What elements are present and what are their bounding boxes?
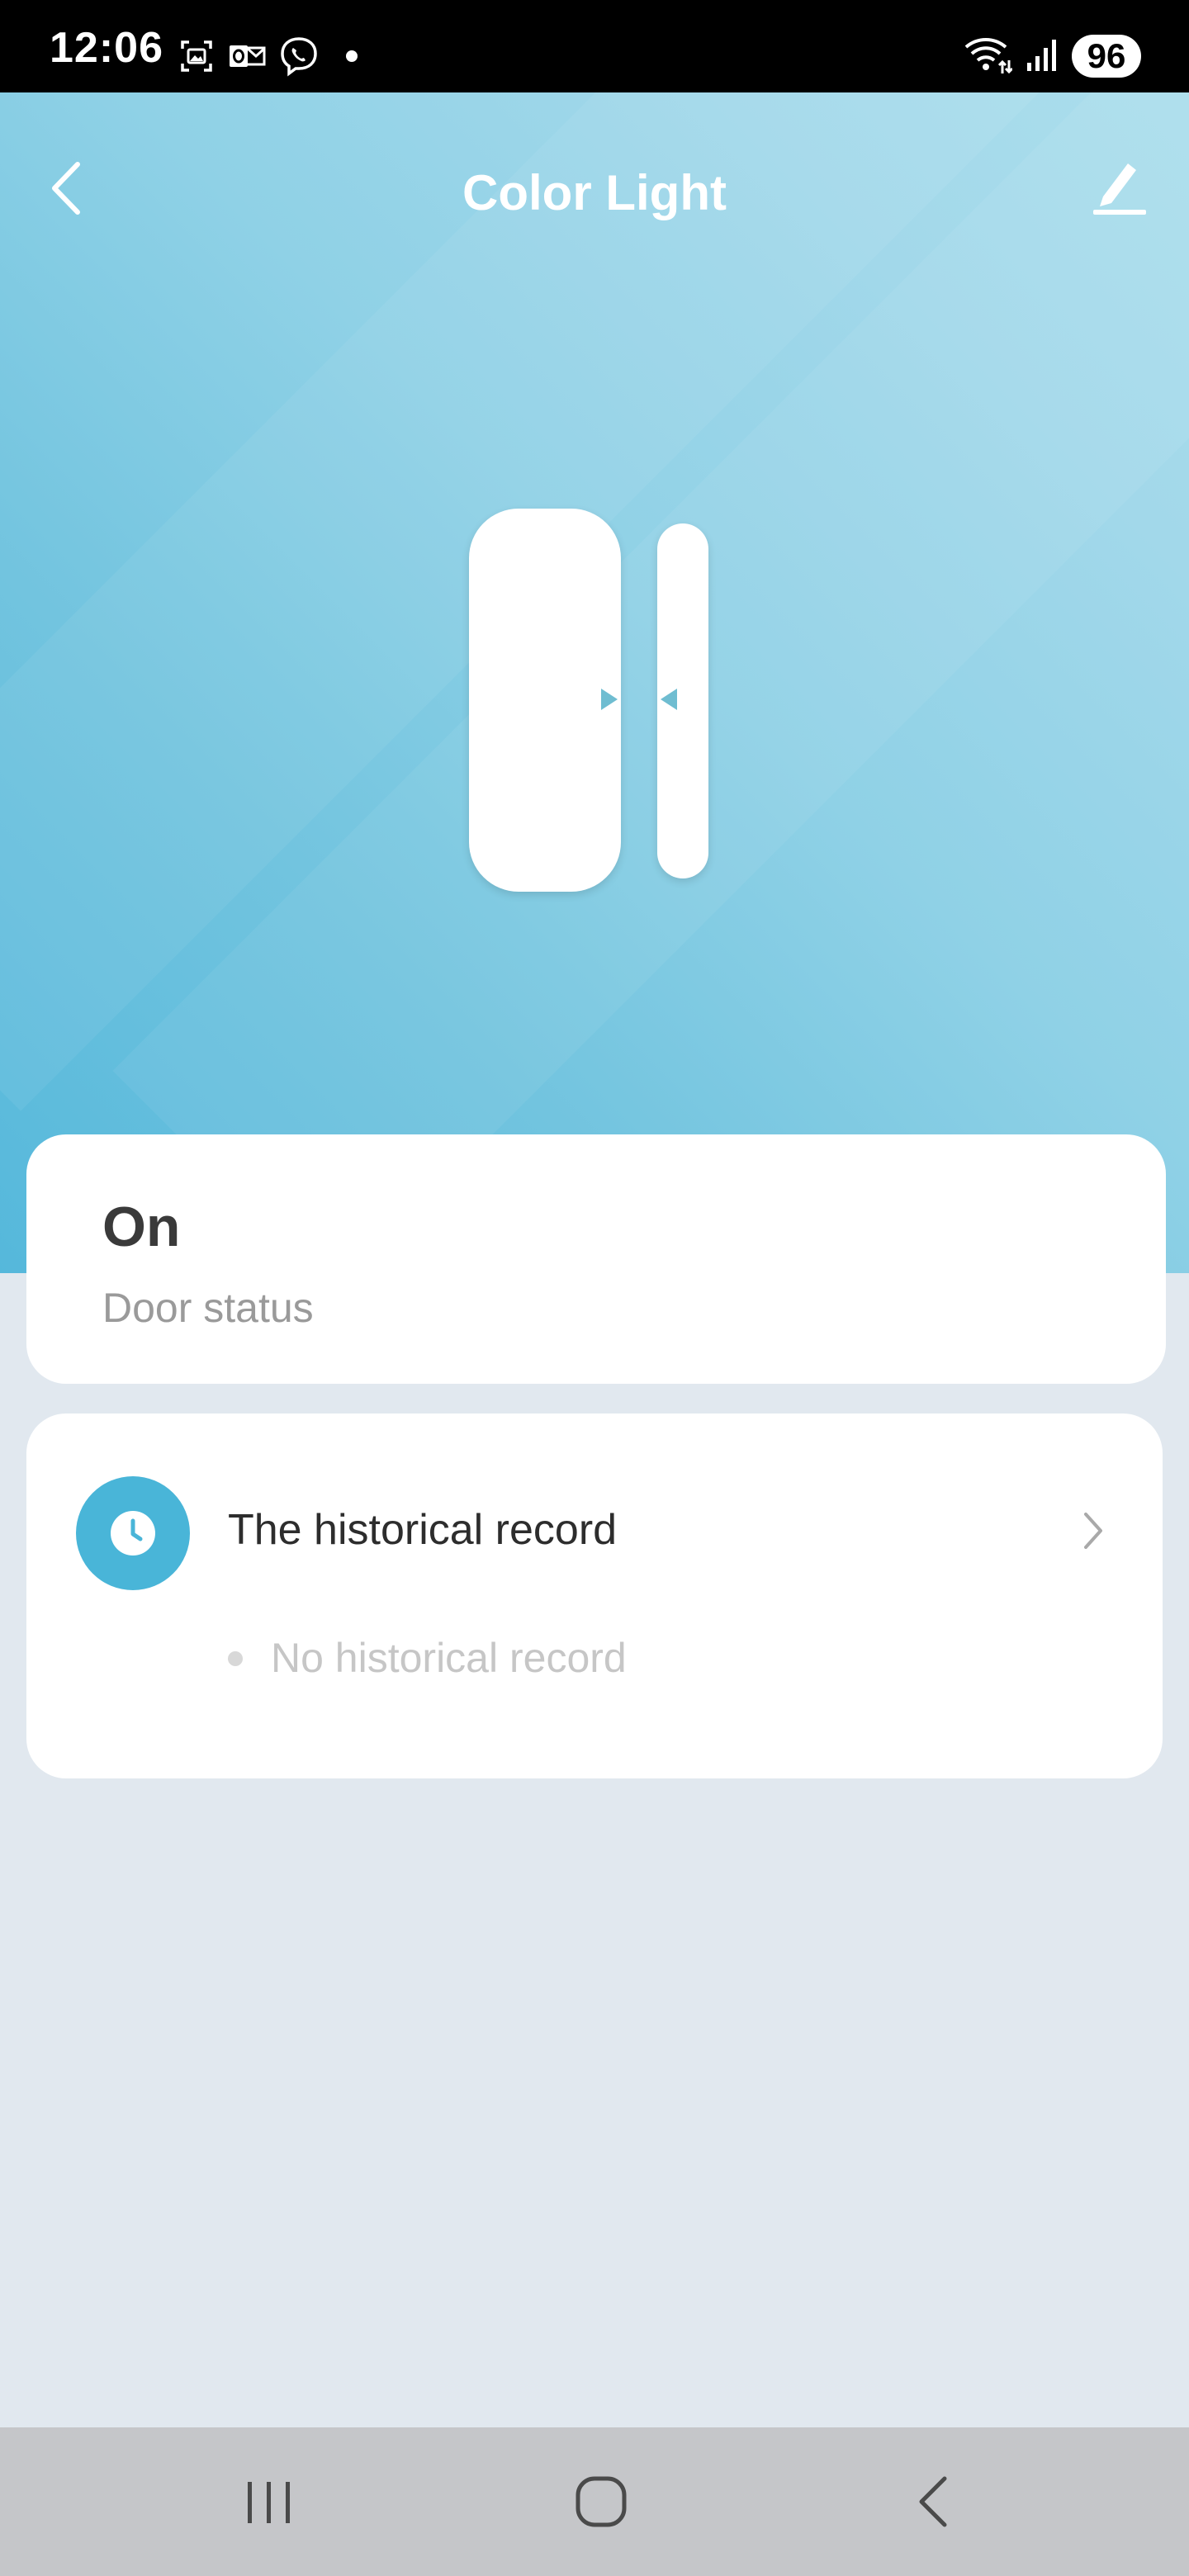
- history-card: The historical record No historical reco…: [26, 1413, 1163, 1778]
- door-status-card: On Door status: [26, 1134, 1166, 1384]
- alignment-arrow-left-icon: [661, 689, 677, 710]
- home-icon: [576, 2476, 627, 2527]
- battery-icon: 96: [1072, 35, 1141, 78]
- sensor-body: [469, 509, 621, 892]
- wifi-icon: [963, 34, 1014, 79]
- door-status-label: Door status: [102, 1285, 314, 1331]
- page-title: Color Light: [462, 165, 727, 220]
- chevron-right-icon: [1073, 1506, 1113, 1556]
- pencil-icon: [1093, 163, 1146, 215]
- history-icon-badge: [76, 1476, 190, 1590]
- alignment-arrow-right-icon: [601, 689, 618, 710]
- door-status-value: On: [102, 1196, 181, 1258]
- screen: 12:06 96 Color Light On Door status The …: [0, 0, 1189, 2576]
- empty-bullet-icon: [228, 1651, 243, 1666]
- system-nav-bar: [0, 2427, 1189, 2576]
- gallery-notification-icon: [178, 37, 216, 75]
- more-notifications-dot: [346, 50, 358, 62]
- status-bar: 12:06 96: [0, 0, 1189, 92]
- system-icons: 96: [963, 28, 1141, 84]
- history-record-row[interactable]: The historical record: [26, 1413, 1163, 1658]
- system-back-button[interactable]: [883, 2460, 983, 2543]
- viber-notification-icon: [278, 36, 320, 77]
- back-icon: [919, 2476, 947, 2527]
- device-hero: Color Light: [0, 92, 1189, 1273]
- clock-icon: [111, 1511, 155, 1556]
- history-empty-message: No historical record: [271, 1635, 627, 1681]
- history-title: The historical record: [228, 1506, 618, 1554]
- recent-apps-button[interactable]: [220, 2460, 319, 2543]
- signal-icon: [1026, 36, 1059, 77]
- outlook-notification-icon: [227, 37, 267, 75]
- notification-icons: [178, 31, 358, 81]
- edit-button[interactable]: [1080, 147, 1159, 226]
- recent-apps-icon: [248, 2482, 290, 2523]
- status-time: 12:06: [50, 24, 163, 72]
- home-button[interactable]: [552, 2460, 651, 2543]
- hero-decoration: [112, 92, 1189, 1273]
